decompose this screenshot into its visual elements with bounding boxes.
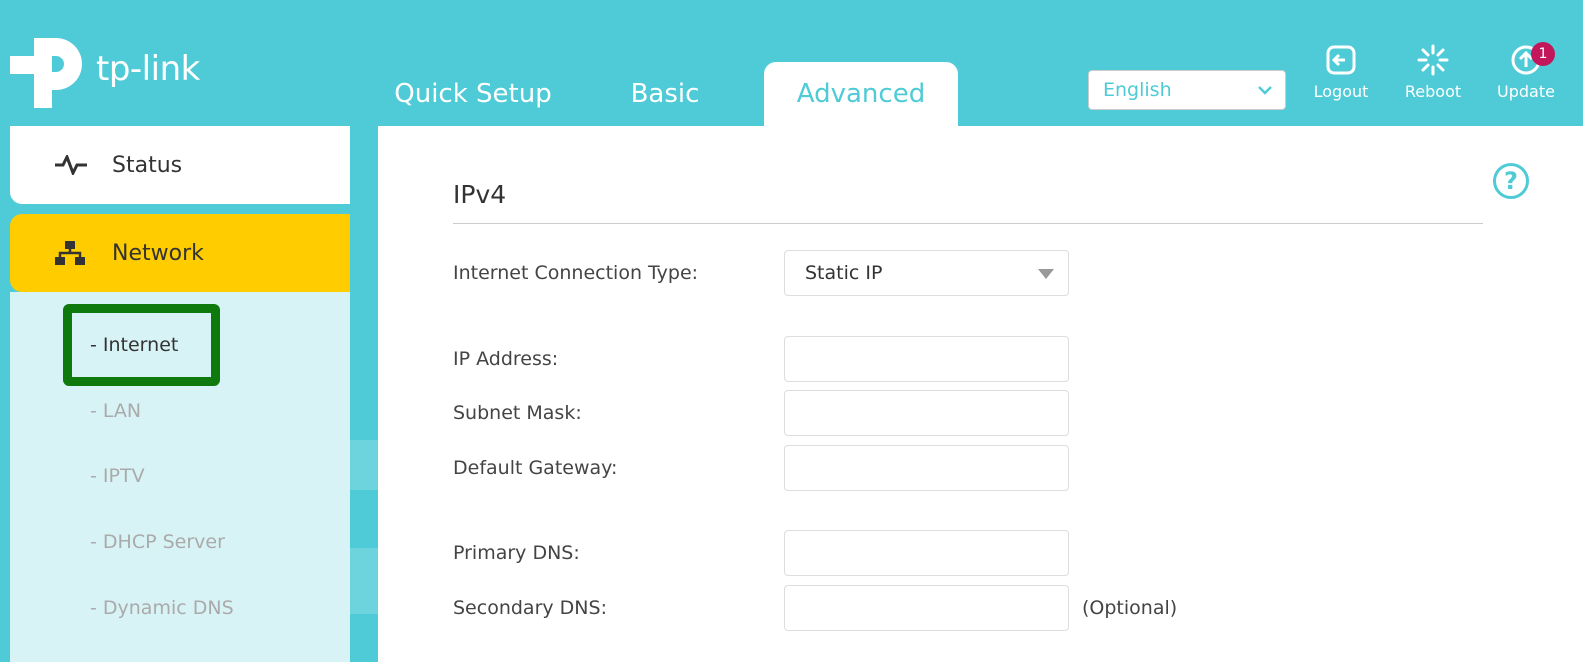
primary-dns-label: Primary DNS: xyxy=(453,542,580,564)
logo-text: tp-link xyxy=(96,49,200,89)
ip-address-label: IP Address: xyxy=(453,348,559,370)
logout-icon xyxy=(1326,45,1356,75)
optional-note: (Optional) xyxy=(1082,597,1178,619)
pulse-icon xyxy=(54,153,88,177)
sidebar-subitem-dhcp-server[interactable]: - DHCP Server xyxy=(90,531,225,553)
sidebar-subitem-dynamic-dns[interactable]: - Dynamic DNS xyxy=(90,597,234,619)
connection-type-label: Internet Connection Type: xyxy=(453,262,699,284)
update-button[interactable]: Update 1 xyxy=(1491,42,1561,101)
tp-link-logo: tp-link xyxy=(10,30,200,108)
connection-type-value: Static IP xyxy=(805,262,883,284)
language-select[interactable]: English xyxy=(1088,70,1286,110)
sidebar-subitem-internet[interactable]: - Internet xyxy=(90,334,178,356)
sidebar-item-label: Network xyxy=(112,240,204,266)
sidebar-subitem-lan[interactable]: - LAN xyxy=(90,400,141,422)
sidebar-item-label: Status xyxy=(112,152,183,178)
tab-quick-setup[interactable]: Quick Setup xyxy=(378,62,568,126)
sidebar-subitem-iptv[interactable]: - IPTV xyxy=(90,465,145,487)
secondary-dns-label: Secondary DNS: xyxy=(453,597,607,619)
subnet-mask-field[interactable] xyxy=(784,390,1069,436)
secondary-dns-field[interactable] xyxy=(784,585,1069,631)
logout-label: Logout xyxy=(1313,82,1369,101)
connection-type-select[interactable]: Static IP xyxy=(784,250,1069,296)
tab-advanced[interactable]: Advanced xyxy=(764,62,958,126)
reboot-button[interactable]: Reboot xyxy=(1398,44,1468,101)
ip-address-field[interactable] xyxy=(784,336,1069,382)
default-gateway-field[interactable] xyxy=(784,445,1069,491)
update-count-badge: 1 xyxy=(1531,42,1555,66)
background-decoration xyxy=(350,440,378,490)
logout-button[interactable]: Logout xyxy=(1306,44,1376,101)
sidebar: Status Network - Internet - LAN - IPTV -… xyxy=(10,126,350,662)
help-icon[interactable]: ? xyxy=(1493,163,1529,199)
sidebar-item-network[interactable]: Network xyxy=(10,214,350,292)
sidebar-item-status[interactable]: Status xyxy=(10,126,350,204)
section-title: IPv4 xyxy=(453,180,507,209)
subnet-mask-label: Subnet Mask: xyxy=(453,402,582,424)
reboot-icon xyxy=(1417,44,1449,76)
reboot-label: Reboot xyxy=(1404,82,1462,101)
chevron-down-icon xyxy=(1258,86,1272,95)
default-gateway-label: Default Gateway: xyxy=(453,457,618,479)
update-label: Update xyxy=(1497,82,1555,101)
tp-link-logo-icon xyxy=(10,30,88,108)
language-select-value: English xyxy=(1103,79,1172,101)
tab-basic[interactable]: Basic xyxy=(600,62,730,126)
primary-dns-field[interactable] xyxy=(784,530,1069,576)
network-submenu: - Internet - LAN - IPTV - DHCP Server - … xyxy=(10,292,350,662)
dropdown-arrow-icon xyxy=(1038,269,1054,279)
section-divider xyxy=(453,223,1483,224)
network-topology-icon xyxy=(54,241,88,265)
